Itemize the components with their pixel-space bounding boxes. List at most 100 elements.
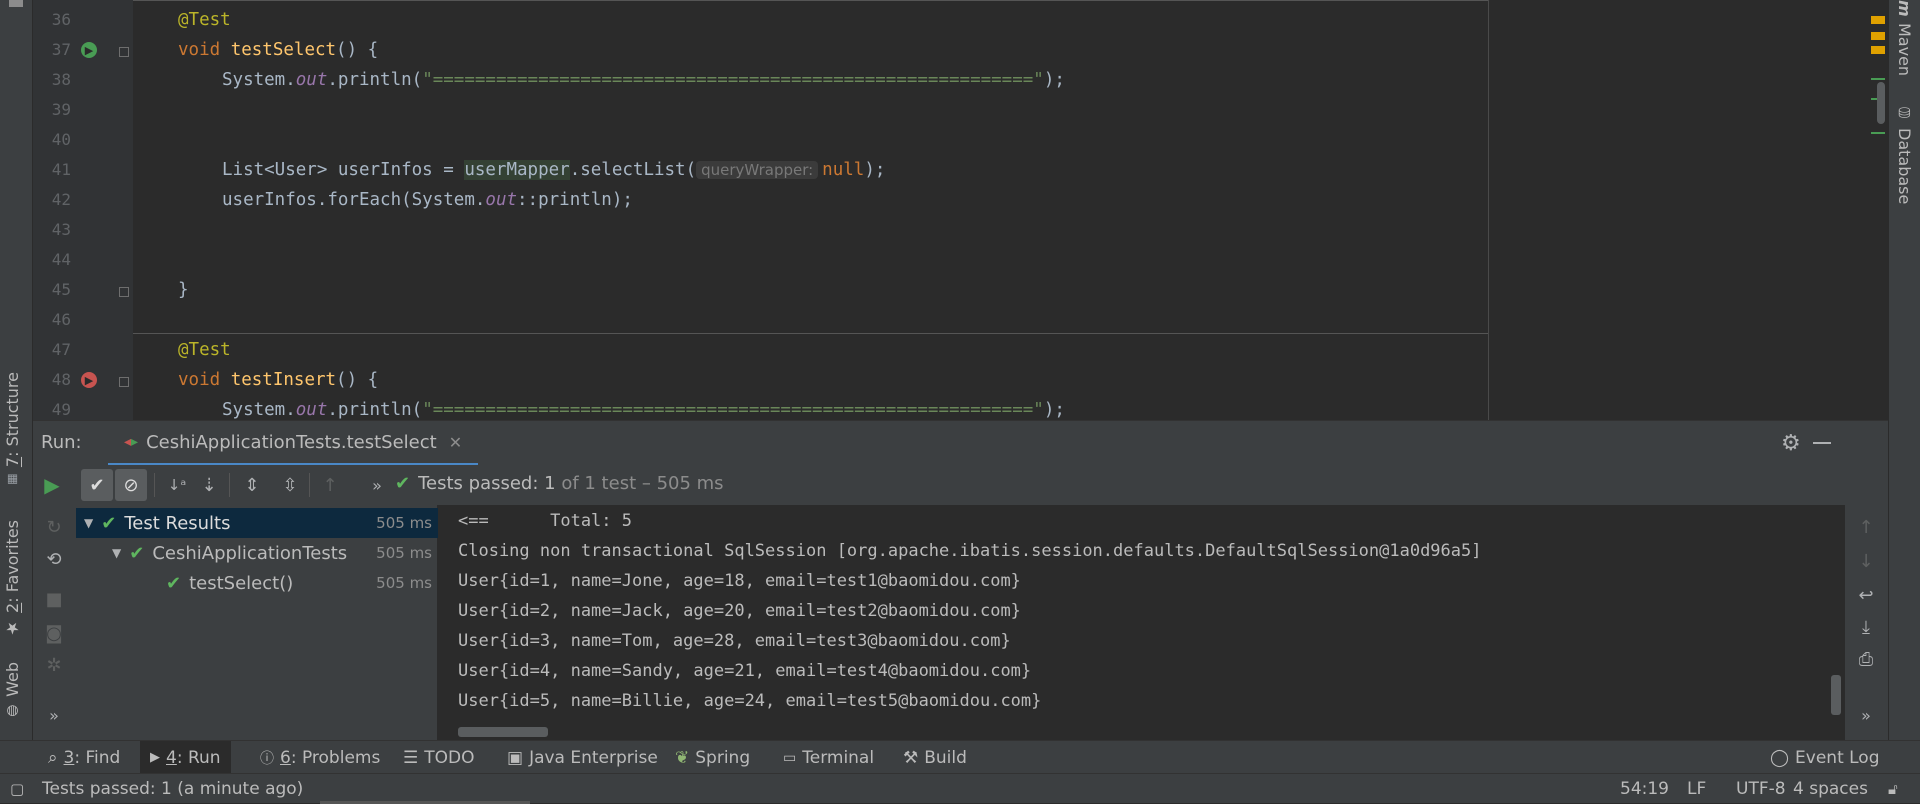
rerun-icon[interactable]: ▶	[38, 471, 66, 499]
previous-test-icon[interactable]: ↑	[316, 471, 344, 499]
tree-row-method[interactable]: ✔ testSelect() 505 ms	[76, 568, 438, 598]
fold-marker-icon[interactable]	[119, 377, 129, 387]
java-enterprise-icon: ▣	[507, 747, 524, 768]
line-number: 46	[51, 310, 71, 329]
run-test-gutter-icon[interactable]: ▶	[81, 42, 97, 58]
run-test-failed-gutter-icon[interactable]: ▶	[81, 372, 97, 388]
database-tab[interactable]: ⛁ Database	[1895, 104, 1914, 204]
tab-java-enterprise[interactable]: ▣ Java Enterprise	[497, 741, 668, 774]
warning-marker[interactable]	[1871, 32, 1885, 40]
collapse-all-icon[interactable]: ⇳	[276, 471, 304, 499]
structure-tab-num: 7	[3, 456, 22, 468]
line-number: 47	[51, 340, 71, 359]
more-icon[interactable]: »	[363, 471, 391, 499]
warning-marker[interactable]	[1871, 46, 1885, 54]
editor-scrollbar-thumb[interactable]	[1877, 82, 1885, 124]
run-toolbar: ▶ ✔ ⊘ ↓ᵃ ⇣ ⇕ ⇳ ↑ » ✔ Tests passed: 1 of …	[33, 465, 1888, 505]
more-icon[interactable]: »	[1852, 701, 1880, 729]
tab-run-num: 4	[166, 747, 177, 768]
favorites-tab-label: : Favorites	[3, 520, 22, 603]
console-line: User{id=1, name=Jone, age=18, email=test…	[458, 571, 1021, 591]
maven-icon: m	[1895, 0, 1914, 17]
tab-spring[interactable]: ❦ Spring	[665, 741, 760, 774]
parameter-hint: queryWrapper:	[696, 161, 819, 179]
toggle-tool-windows-icon[interactable]: ▢	[10, 774, 24, 804]
structure-tab-label: : Structure	[3, 372, 22, 457]
soft-wrap-icon[interactable]: ↩	[1852, 581, 1880, 609]
test-results-tree: ▼ ✔ Test Results 505 ms ▼ ✔ CeshiApplica…	[76, 505, 438, 740]
code-line-41: List<User> userInfos = userMapper.select…	[222, 160, 886, 180]
more-icon[interactable]: »	[40, 701, 68, 729]
check-icon: ✔	[166, 572, 182, 594]
change-marker[interactable]	[1871, 78, 1885, 80]
rerun-failed-icon[interactable]: ↻	[40, 513, 68, 541]
show-passed-icon[interactable]: ✔	[81, 469, 113, 501]
change-marker[interactable]	[1871, 132, 1885, 134]
tab-run[interactable]: ▶ 4: Run	[140, 741, 231, 774]
fold-marker-icon[interactable]	[119, 287, 129, 297]
print-icon[interactable]: ⎙	[1852, 645, 1880, 673]
up-arrow-icon[interactable]: ↑	[1852, 513, 1880, 541]
line-separator[interactable]: LF	[1687, 774, 1706, 804]
show-ignored-icon[interactable]: ⊘	[115, 469, 147, 501]
tree-row-class[interactable]: ▼ ✔ CeshiApplicationTests 505 ms	[76, 538, 438, 568]
tab-todo[interactable]: ☰ TODO	[393, 741, 485, 774]
line-number: 43	[51, 220, 71, 239]
code-line-42: userInfos.forEach(System.out::println);	[222, 190, 633, 210]
run-tab-title: CeshiApplicationTests.testSelect	[146, 431, 437, 453]
camera-icon[interactable]: ◙	[40, 619, 68, 647]
sort-alphabetically-icon[interactable]: ↓ᵃ	[163, 471, 191, 499]
pin-icon[interactable]: ✲	[40, 651, 68, 679]
tab-problems[interactable]: ⓘ 6: Problems	[250, 741, 390, 774]
fold-marker-icon[interactable]	[119, 47, 129, 57]
caret-position[interactable]: 54:19	[1620, 774, 1669, 804]
check-icon: ✔	[395, 473, 411, 494]
sort-by-duration-icon[interactable]: ⇣	[195, 471, 223, 499]
close-icon[interactable]: ✕	[449, 433, 462, 452]
web-tab-label: Web	[3, 662, 22, 697]
indent-setting[interactable]: 4 spaces	[1793, 774, 1868, 804]
tab-build[interactable]: ⚒ Build	[893, 741, 977, 774]
code-line-49: System.out.println("====================…	[222, 400, 1065, 420]
method-separator	[133, 333, 1488, 334]
minimize-icon[interactable]	[1813, 442, 1831, 444]
tree-row-time: 505 ms	[376, 574, 432, 592]
web-tab[interactable]: ◍ Web	[3, 662, 22, 719]
console-vscroll-thumb[interactable]	[1831, 675, 1841, 715]
stop-icon[interactable]: ■	[40, 585, 68, 613]
run-label: Run:	[41, 432, 82, 453]
lock-icon[interactable]: 🔓︎	[1888, 774, 1898, 804]
favorites-tab[interactable]: ★ 2: Favorites	[3, 520, 22, 638]
run-tab[interactable]: ◂▸ CeshiApplicationTests.testSelect ✕	[108, 421, 478, 466]
tab-problems-num: 6	[280, 747, 291, 768]
console-output[interactable]: <== Total: 5 Closing non transactional S…	[438, 505, 1845, 740]
event-log-icon: ◯	[1770, 747, 1790, 768]
down-arrow-icon[interactable]: ↓	[1852, 547, 1880, 575]
search-icon: ⌕	[48, 747, 58, 768]
structure-tab[interactable]: ▦ 7: Structure	[3, 372, 22, 487]
tab-find[interactable]: ⌕ 3: Find	[38, 741, 130, 774]
toggle-auto-test-icon[interactable]: ⟲	[40, 545, 68, 573]
toolbar-divider	[154, 473, 155, 497]
warning-marker[interactable]	[1871, 16, 1885, 24]
tree-row-root[interactable]: ▼ ✔ Test Results 505 ms	[76, 508, 438, 538]
line-number: 39	[51, 100, 71, 119]
tab-terminal[interactable]: ▭ Terminal	[773, 741, 884, 774]
status-message[interactable]: Tests passed: 1 (a minute ago)	[42, 774, 303, 804]
scroll-to-end-icon[interactable]: ⤓	[1852, 613, 1880, 641]
code-editor[interactable]: 36 37 38 39 40 41 42 43 44 45 46 47 48 4…	[33, 0, 1888, 420]
maven-tab[interactable]: m Maven	[1895, 0, 1914, 76]
console-hscroll-thumb[interactable]	[458, 727, 548, 737]
tree-row-label: CeshiApplicationTests	[152, 542, 348, 564]
line-number: 45	[51, 280, 71, 299]
test-status-strong: Tests passed: 1	[418, 473, 556, 494]
star-icon: ★	[3, 618, 22, 638]
tab-spring-label: Spring	[695, 747, 751, 768]
console-line: User{id=2, name=Jack, age=20, email=test…	[458, 601, 1021, 621]
terminal-icon: ▭	[783, 749, 797, 766]
expand-all-icon[interactable]: ⇕	[238, 471, 266, 499]
tab-event-log[interactable]: ◯ Event Log	[1760, 741, 1890, 774]
file-encoding[interactable]: UTF-8	[1736, 774, 1786, 804]
tab-run-label: : Run	[176, 747, 221, 768]
gear-icon[interactable]: ⚙	[1781, 431, 1801, 456]
